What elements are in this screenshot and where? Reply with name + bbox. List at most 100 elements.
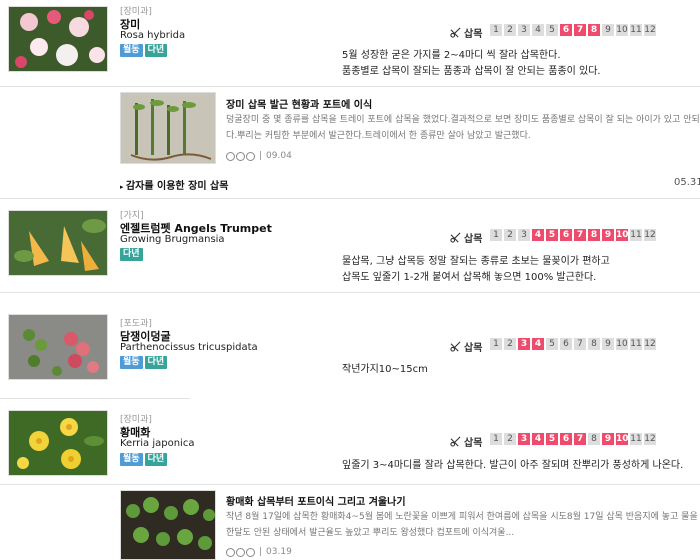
month-cell: 4 — [532, 24, 544, 36]
plant-name-scientific: Parthenocissus tricuspidata — [120, 342, 258, 353]
month-cell: 10 — [616, 229, 629, 241]
perennial-badge: 다년 — [120, 248, 143, 261]
method-label: 삽목 — [464, 438, 483, 449]
winter-badge: 월동 — [120, 453, 143, 466]
divider — [0, 86, 700, 87]
badge-group: 월동 다년 — [120, 44, 168, 57]
month-cell: 12 — [644, 229, 656, 241]
post-thumbnail[interactable] — [120, 92, 216, 164]
month-cell: 2 — [504, 24, 516, 36]
plant-name-scientific: Growing Brugmansia — [120, 234, 225, 245]
plant-description: 5월 성장한 굳은 가지를 2~4마디 씩 잘라 삽목한다. 품종별로 삽목이 … — [342, 48, 601, 80]
month-cell: 12 — [644, 24, 656, 36]
separator: | — [259, 151, 263, 161]
propagation-method: 삽목 — [450, 434, 482, 449]
cuttings-photo-icon — [121, 93, 215, 163]
month-cell: 4 — [532, 338, 544, 350]
month-cell: 5 — [546, 24, 558, 36]
month-cell: 10 — [616, 338, 628, 350]
month-cell: 7 — [574, 24, 586, 36]
excerpt-line: 덩굴장미 중 몇 종류를 삽목을 트레이 포트에 삽목을 했었다.결과적으로 보… — [226, 115, 700, 125]
month-cell: 11 — [630, 229, 642, 241]
post-thumbnail[interactable] — [120, 490, 216, 560]
month-cell: 4 — [532, 229, 544, 241]
month-cell: 9 — [602, 338, 614, 350]
creative-commons-icon — [226, 547, 255, 557]
month-cell: 1 — [490, 24, 502, 36]
propagation-method: 삽목 — [450, 230, 482, 245]
description-line: 작년가지10~15cm — [342, 364, 428, 375]
badge-group: 다년 — [120, 248, 143, 261]
scissors-icon — [450, 27, 461, 38]
month-cell: 9 — [602, 433, 614, 445]
month-cell: 6 — [560, 229, 572, 241]
post-date: 03.19 — [266, 547, 292, 557]
description-line: 품종별로 삽목이 잘되는 품종과 삽목이 잘 안되는 품종이 있다. — [342, 66, 601, 77]
month-cell: 8 — [588, 24, 600, 36]
description-line: 삽목도 잎줄기 1-2개 붙여서 삽목해 놓으면 100% 발근한다. — [342, 272, 597, 283]
month-cell: 12 — [644, 338, 656, 350]
ivy-thumbnail[interactable] — [8, 314, 108, 380]
brugmansia-photo-icon — [9, 211, 107, 275]
month-cell: 6 — [560, 433, 572, 445]
month-cell: 12 — [644, 433, 656, 445]
badge-group: 월동 다년 — [120, 453, 168, 466]
month-cell: 2 — [504, 433, 516, 445]
month-cell: 9 — [602, 229, 614, 241]
month-cell: 3 — [518, 433, 530, 445]
plant-name-scientific: Rosa hybrida — [120, 30, 186, 41]
related-post-link[interactable]: ▸ 감자를 이용한 장미 삽목 — [120, 177, 228, 192]
month-cell: 11 — [630, 338, 642, 350]
kerria-thumbnail[interactable] — [8, 410, 108, 476]
post-date: 09.04 — [266, 151, 292, 161]
month-cell: 7 — [574, 433, 586, 445]
brugmansia-thumbnail[interactable] — [8, 210, 108, 276]
plant-name-scientific: Kerria japonica — [120, 438, 195, 449]
method-label: 삽목 — [464, 29, 483, 40]
post-title[interactable]: 황매화 삽목부터 포트이식 그리고 겨울나기 — [226, 493, 406, 508]
divider — [0, 398, 190, 399]
month-cell: 5 — [546, 433, 558, 445]
kerria-photo-icon — [9, 411, 107, 475]
post-meta: | 03.19 — [226, 547, 292, 557]
month-cell: 3 — [518, 338, 530, 350]
month-cell: 6 — [560, 24, 572, 36]
month-cell: 4 — [532, 433, 544, 445]
month-cell: 3 — [518, 24, 530, 36]
post-meta: | 09.04 — [226, 151, 292, 161]
month-calendar: 1 2 3 4 5 6 7 8 9 10 11 12 — [490, 229, 656, 241]
month-cell: 7 — [574, 338, 586, 350]
link-title: 감자를 이용한 장미 삽목 — [125, 181, 229, 192]
month-cell: 11 — [630, 433, 642, 445]
month-cell: 5 — [546, 229, 558, 241]
month-cell: 8 — [588, 433, 600, 445]
month-cell: 3 — [518, 229, 530, 241]
month-cell: 6 — [560, 338, 572, 350]
link-date: 05.31 — [674, 177, 700, 188]
rose-photo-icon — [9, 7, 107, 71]
month-calendar: 1 2 3 4 5 6 7 8 9 10 11 12 — [490, 24, 656, 36]
month-cell: 2 — [504, 338, 516, 350]
description-line: 물삽목, 그냥 삽목등 정말 잘되는 종류로 초보는 물꽂이가 편하고 — [342, 256, 610, 267]
method-label: 삽목 — [464, 343, 483, 354]
plant-description: 잎줄기 3~4마디를 잘라 삽목한다. 발근이 아주 잘되며 잔뿌리가 풍성하게… — [342, 458, 683, 474]
divider — [0, 292, 700, 293]
month-cell: 5 — [546, 338, 558, 350]
badge-group: 월동 다년 — [120, 356, 168, 369]
post-title[interactable]: 장미 삽목 발근 현황과 포트에 이식 — [226, 96, 372, 111]
description-line: 5월 성장한 굳은 가지를 2~4마디 씩 잘라 삽목한다. — [342, 50, 561, 61]
description-line: 잎줄기 3~4마디를 잘라 삽목한다. 발근이 아주 잘되며 잔뿌리가 풍성하게… — [342, 460, 684, 471]
month-cell: 1 — [490, 433, 502, 445]
month-calendar: 1 2 3 4 5 6 7 8 9 10 11 12 — [490, 433, 656, 445]
rose-thumbnail[interactable] — [8, 6, 108, 72]
propagation-method: 삽목 — [450, 339, 482, 354]
plant-description: 물삽목, 그냥 삽목등 정말 잘되는 종류로 초보는 물꽂이가 편하고 삽목도 … — [342, 254, 610, 286]
divider — [0, 198, 700, 199]
propagation-method: 삽목 — [450, 25, 482, 40]
divider — [0, 484, 700, 485]
month-cell: 2 — [504, 229, 516, 241]
month-cell: 8 — [588, 338, 600, 350]
month-cell: 8 — [588, 229, 600, 241]
creative-commons-icon — [226, 151, 255, 161]
winter-badge: 월동 — [120, 356, 143, 369]
